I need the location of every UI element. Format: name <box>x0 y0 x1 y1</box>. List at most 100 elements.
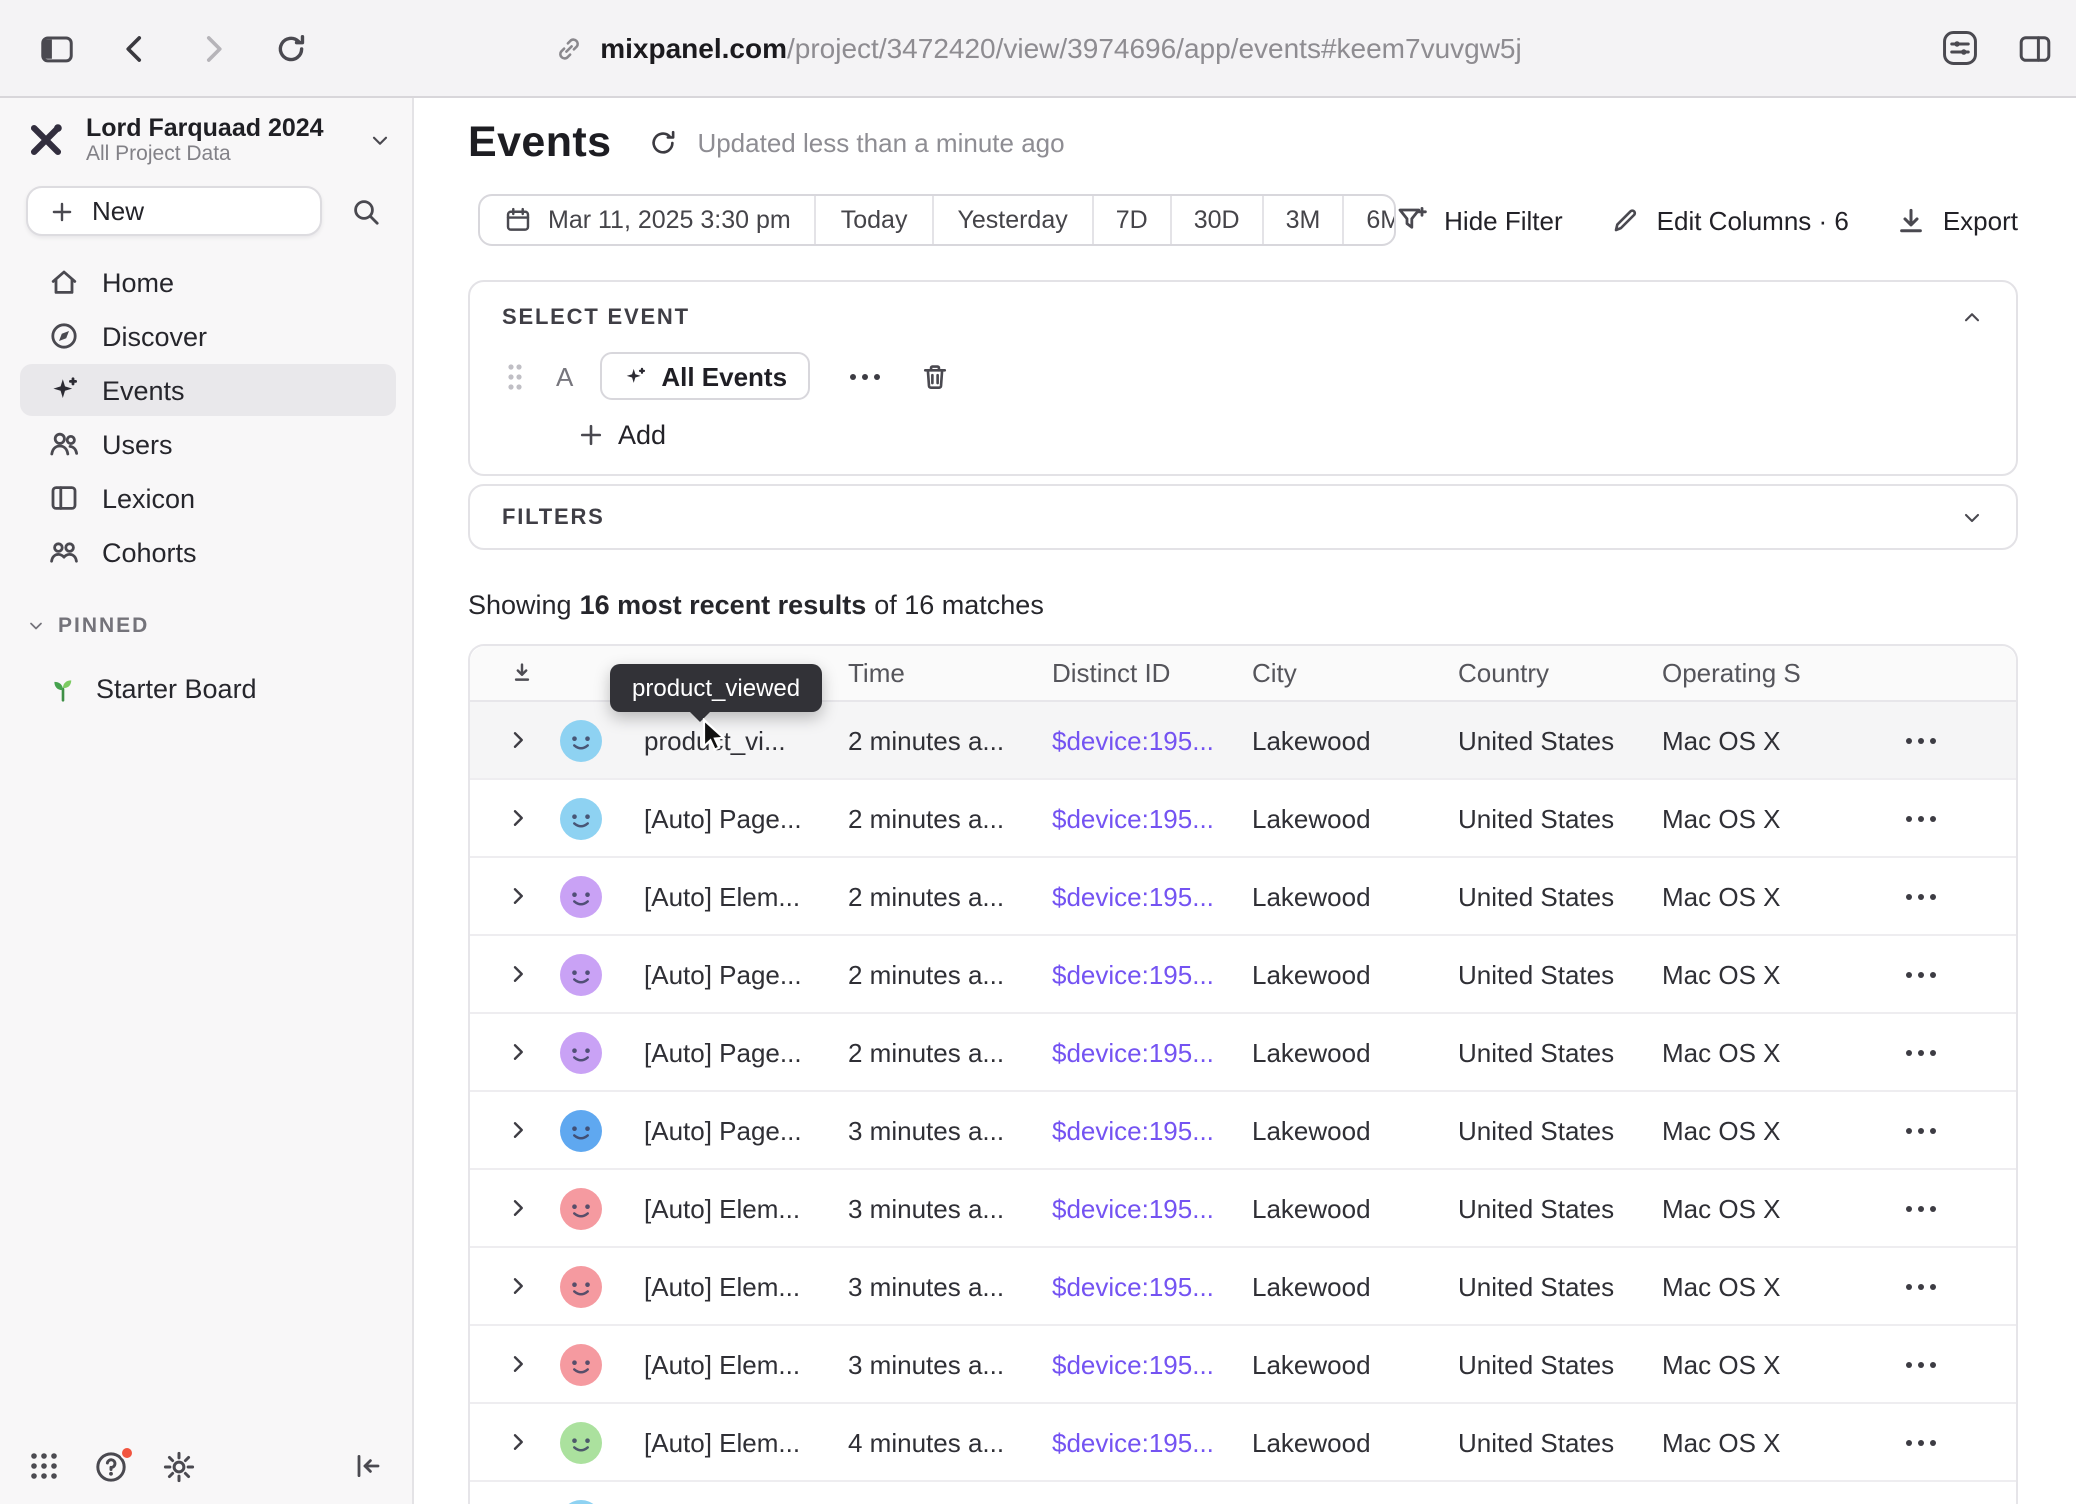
row-menu-button[interactable] <box>1902 963 1940 985</box>
event-selector-pill[interactable]: All Events <box>599 352 809 400</box>
range-yesterday[interactable]: Yesterday <box>933 196 1093 244</box>
back-icon[interactable] <box>116 30 152 66</box>
reload-icon[interactable] <box>272 30 308 66</box>
edit-columns-button[interactable]: Edit Columns · 6 <box>1611 205 1849 235</box>
page-title: Events <box>468 117 611 167</box>
refresh-icon[interactable] <box>647 127 677 157</box>
table-row[interactable]: [Auto] Elem... 3 minutes a... $device:19… <box>470 1248 2016 1326</box>
hide-filter-button[interactable]: Hide Filter <box>1396 204 1563 236</box>
expand-row-chevron-icon[interactable] <box>506 728 538 752</box>
row-menu-button[interactable] <box>1902 885 1940 907</box>
sidebar-item-starter-board[interactable]: Starter Board <box>20 664 396 712</box>
collapse-all-icon[interactable] <box>506 659 538 687</box>
row-menu-button[interactable] <box>1902 1197 1940 1219</box>
distinct-id-link[interactable]: $device:195... <box>1052 959 1252 989</box>
column-header-country[interactable]: Country <box>1458 658 1662 688</box>
chevron-down-icon[interactable] <box>1960 505 1984 529</box>
new-button[interactable]: New <box>26 186 322 236</box>
distinct-id-link[interactable]: $device:195... <box>1052 1037 1252 1067</box>
column-header-os[interactable]: Operating S <box>1662 658 1886 688</box>
row-menu-button[interactable] <box>1902 1353 1940 1375</box>
event-name[interactable]: [Auto] Elem... <box>644 1427 848 1457</box>
event-name[interactable]: [Auto] Page... <box>644 1115 848 1145</box>
trash-icon[interactable] <box>919 361 949 391</box>
expand-row-chevron-icon[interactable] <box>506 1352 538 1376</box>
event-city: Lakewood <box>1252 959 1458 989</box>
distinct-id-link[interactable]: $device:195... <box>1052 1193 1252 1223</box>
project-switcher[interactable]: Lord Farquaad 2024 All Project Data <box>24 112 392 168</box>
range-6m[interactable]: 6M <box>1344 196 1396 244</box>
event-country: United States <box>1458 959 1662 989</box>
chevron-up-icon[interactable] <box>1960 306 1984 330</box>
distinct-id-link[interactable]: $device:195... <box>1052 725 1252 755</box>
event-name[interactable]: [Auto] Elem... <box>644 1193 848 1223</box>
row-menu-button[interactable] <box>1902 807 1940 829</box>
row-menu-button[interactable] <box>1902 1119 1940 1141</box>
distinct-id-link[interactable]: $device:195... <box>1052 1349 1252 1379</box>
expand-row-chevron-icon[interactable] <box>506 884 538 908</box>
sidebar-item-discover[interactable]: Discover <box>20 310 396 362</box>
sidebar-item-events[interactable]: Events <box>20 364 396 416</box>
row-menu-button[interactable] <box>1902 1041 1940 1063</box>
address-bar[interactable]: mixpanel.com/project/3472420/view/397469… <box>0 32 2076 64</box>
event-name[interactable]: [Auto] Elem... <box>644 881 848 911</box>
event-name[interactable]: [Auto] Page... <box>644 1037 848 1067</box>
event-name[interactable]: [Auto] Elem... <box>644 1271 848 1301</box>
table-row[interactable]: [Auto] Elem... 3 minutes a... $device:19… <box>470 1170 2016 1248</box>
range-30d[interactable]: 30D <box>1172 196 1264 244</box>
distinct-id-link[interactable]: $device:195... <box>1052 1427 1252 1457</box>
gear-icon[interactable] <box>162 1449 196 1483</box>
row-menu-button[interactable] <box>1902 1275 1940 1297</box>
help-button[interactable] <box>94 1449 128 1483</box>
expand-row-chevron-icon[interactable] <box>506 1274 538 1298</box>
collapse-sidebar-icon[interactable] <box>352 1450 384 1482</box>
expand-row-chevron-icon[interactable] <box>506 1430 538 1454</box>
forward-icon[interactable] <box>194 30 230 66</box>
split-view-icon[interactable] <box>2016 30 2052 66</box>
sidebar-item-home[interactable]: Home <box>20 256 396 308</box>
expand-row-chevron-icon[interactable] <box>506 1196 538 1220</box>
distinct-id-link[interactable]: $device:195... <box>1052 803 1252 833</box>
browser-settings-icon[interactable] <box>1942 30 1978 66</box>
event-name[interactable]: [Auto] Page... <box>644 959 848 989</box>
range-7d[interactable]: 7D <box>1094 196 1172 244</box>
row-menu-button[interactable] <box>1902 1431 1940 1453</box>
expand-row-chevron-icon[interactable] <box>506 806 538 830</box>
column-header-distinct-id[interactable]: Distinct ID <box>1052 658 1252 688</box>
range-today[interactable]: Today <box>817 196 934 244</box>
table-row[interactable]: [Auto] Page... 2 minutes a... $device:19… <box>470 1014 2016 1092</box>
drag-handle-icon[interactable] <box>506 361 524 391</box>
table-row[interactable]: [Auto] Page... 2 minutes a... $device:19… <box>470 780 2016 858</box>
event-name[interactable]: [Auto] Page... <box>644 803 848 833</box>
expand-row-chevron-icon[interactable] <box>506 962 538 986</box>
column-header-city[interactable]: City <box>1252 658 1458 688</box>
pinned-section-header[interactable]: PINNED <box>26 614 396 638</box>
range-3m[interactable]: 3M <box>1264 196 1345 244</box>
table-row[interactable]: [Auto] Elem... 2 minutes a... $device:19… <box>470 858 2016 936</box>
sidebar-item-users[interactable]: Users <box>20 418 396 470</box>
add-event-button[interactable]: Add <box>578 420 666 450</box>
expand-row-chevron-icon[interactable] <box>506 1118 538 1142</box>
distinct-id-link[interactable]: $device:195... <box>1052 881 1252 911</box>
expand-row-chevron-icon[interactable] <box>506 1040 538 1064</box>
table-row[interactable]: [Auto] Elem... 4 minutes a... $device:19… <box>470 1404 2016 1482</box>
table-row[interactable]: [Auto] Elem... 3 minutes a... $device:19… <box>470 1326 2016 1404</box>
table-row[interactable] <box>470 1482 2016 1504</box>
row-menu-button[interactable] <box>1902 729 1940 751</box>
export-button[interactable]: Export <box>1897 205 2018 235</box>
event-name[interactable]: [Auto] Elem... <box>644 1349 848 1379</box>
distinct-id-link[interactable]: $device:195... <box>1052 1271 1252 1301</box>
event-options-button[interactable] <box>845 365 883 387</box>
column-header-time[interactable]: Time <box>848 658 1052 688</box>
date-picker-button[interactable]: Mar 11, 2025 3:30 pm <box>480 196 817 244</box>
sidebar-item-cohorts[interactable]: Cohorts <box>20 526 396 578</box>
table-row[interactable]: [Auto] Page... 2 minutes a... $device:19… <box>470 936 2016 1014</box>
event-name[interactable]: product_vi... <box>644 725 848 755</box>
url-domain: mixpanel.com <box>600 32 787 64</box>
apps-grid-icon[interactable] <box>28 1450 60 1482</box>
browser-sidebar-toggle-icon[interactable] <box>38 30 74 66</box>
table-row[interactable]: [Auto] Page... 3 minutes a... $device:19… <box>470 1092 2016 1170</box>
search-button[interactable] <box>340 186 392 236</box>
distinct-id-link[interactable]: $device:195... <box>1052 1115 1252 1145</box>
sidebar-item-lexicon[interactable]: Lexicon <box>20 472 396 524</box>
